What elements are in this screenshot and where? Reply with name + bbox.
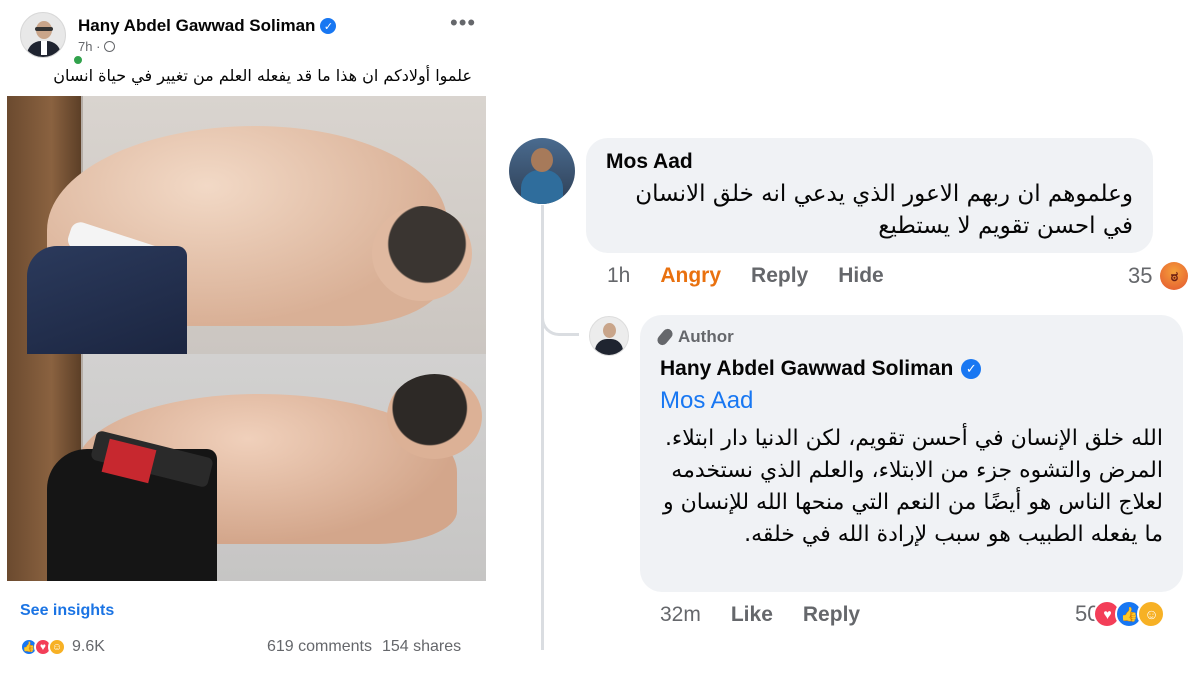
reply-text: الله خلق الإنسان في أحسن تقويم، لكن الدن… [662,426,1163,547]
author-avatar[interactable] [20,12,66,58]
microphone-icon [655,326,675,348]
comment-bubble: Mos Aad وعلموهم ان ربهم الاعور الذي يدعي… [586,138,1153,253]
author-badge-label: Author [678,327,734,346]
reply-author-avatar[interactable] [589,316,629,356]
shares-count[interactable]: 154 shares [382,638,461,656]
reply-timestamp[interactable]: 32m [660,603,701,627]
reply-reactions[interactable]: 50 ♥ 👍 ☺ [1075,600,1166,628]
verified-badge-icon: ✓ [961,359,982,379]
angry-reaction-button[interactable]: Angry [660,264,721,288]
post-timestamp[interactable]: 7h · [78,39,100,54]
more-options-icon[interactable]: ••• [450,10,476,36]
globe-icon [104,41,116,52]
reply-bubble: Author Hany Abdel Gawwad Soliman ✓ Mos A… [640,315,1183,592]
facebook-post: Hany Abdel Gawwad Soliman ✓ 7h · ••• علم… [0,0,500,675]
author-badge: Author [655,326,1163,348]
angry-icon: ಠ [1160,262,1189,290]
comment-reactions[interactable]: 35 ಠ [1128,262,1189,290]
hide-button[interactable]: Hide [838,264,884,288]
comment-text: وعلموهم ان ربهم الاعور الذي يدعي انه خلق… [635,181,1133,239]
mention-link[interactable]: Mos Aad [660,387,1163,415]
see-insights-link[interactable]: See insights [20,602,114,620]
comment-actions: 1h Angry Reply Hide [607,264,884,288]
post-header: Hany Abdel Gawwad Soliman ✓ 7h · [20,12,337,66]
commenter-avatar[interactable] [509,138,575,204]
comment-author-name[interactable]: Mos Aad [606,150,1133,174]
like-button[interactable]: Like [731,603,773,627]
reply-actions: 32m Like Reply [660,603,860,627]
comment-timestamp[interactable]: 1h [607,264,630,288]
reply-button[interactable]: Reply [751,264,808,288]
post-text: علموا أولادكم ان هذا ما قد يفعله العلم م… [53,66,472,85]
reply-button[interactable]: Reply [803,603,860,627]
reply-author-name[interactable]: Hany Abdel Gawwad Soliman [660,357,953,381]
comment-reaction-count: 35 [1128,263,1153,288]
comments-count[interactable]: 619 comments [267,638,372,656]
post-reactions[interactable]: 👍 ♥ ☺ 9.6K [20,638,105,656]
online-status-icon [72,54,84,66]
post-photo-top[interactable] [7,96,486,354]
care-icon: ☺ [1137,600,1166,628]
thread-line [541,205,544,650]
verified-badge-icon: ✓ [320,18,337,34]
thread-connector [541,300,579,336]
post-photo-bottom[interactable] [7,354,486,581]
post-author-name[interactable]: Hany Abdel Gawwad Soliman [78,16,315,36]
post-reaction-count: 9.6K [72,638,105,655]
care-icon: ☺ [48,638,66,656]
